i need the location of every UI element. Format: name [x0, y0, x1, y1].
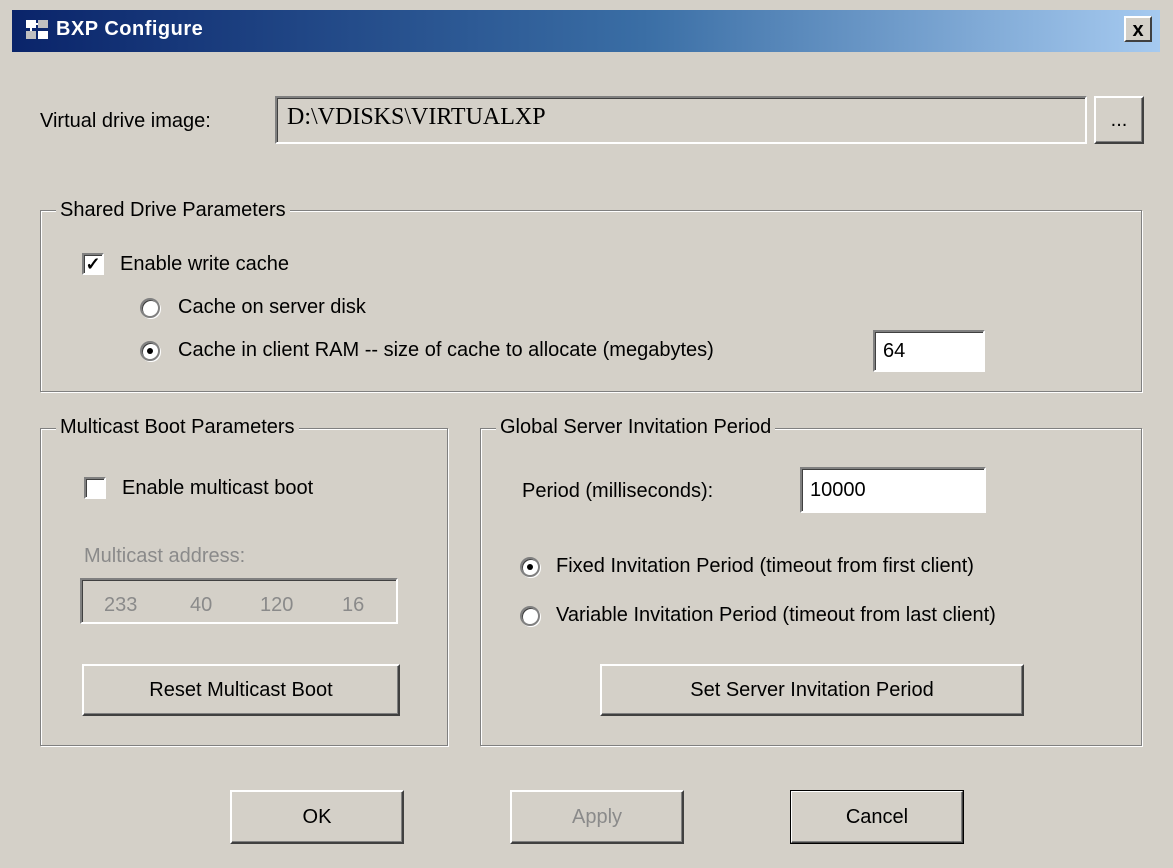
enable-multicast-label: Enable multicast boot	[122, 477, 314, 499]
invitation-title: Global Server Invitation Period	[496, 416, 776, 439]
period-input[interactable]: 10000	[800, 467, 986, 513]
cache-client-radio[interactable]	[140, 341, 160, 361]
ok-label: OK	[302, 805, 332, 828]
variable-period-label: Variable Invitation Period (timeout from…	[556, 604, 996, 626]
drive-image-field[interactable]: D:\VDISKS\VIRTUALXP	[275, 96, 1087, 144]
cache-client-label: Cache in client RAM -- size of cache to …	[178, 339, 714, 361]
fixed-period-radio[interactable]	[520, 557, 540, 577]
apply-button[interactable]: Apply	[510, 790, 684, 844]
cache-size-input[interactable]: 64	[873, 330, 985, 372]
browse-button[interactable]: ...	[1094, 96, 1144, 144]
address-octet-1: 233	[104, 594, 138, 616]
variable-period-radio[interactable]	[520, 606, 540, 626]
enable-multicast-checkbox[interactable]	[84, 477, 106, 499]
browse-label: ...	[1110, 108, 1128, 131]
multicast-address-label: Multicast address:	[84, 545, 246, 567]
cancel-button[interactable]: Cancel	[790, 790, 964, 844]
cache-server-radio[interactable]	[140, 298, 160, 318]
app-icon	[26, 20, 48, 39]
ok-button[interactable]: OK	[230, 790, 404, 844]
drive-image-value: D:\VDISKS\VIRTUALXP	[287, 104, 546, 130]
cache-size-value: 64	[883, 340, 906, 362]
reset-multicast-button[interactable]: Reset Multicast Boot	[82, 664, 400, 716]
close-icon: x	[1132, 19, 1144, 41]
address-octet-3: 120	[260, 594, 294, 616]
cache-server-label: Cache on server disk	[178, 296, 366, 318]
enable-write-cache-checkbox[interactable]: ✓	[82, 253, 104, 275]
period-label: Period (milliseconds):	[522, 480, 714, 502]
address-octet-4: 16	[342, 594, 365, 616]
address-octet-2: 40	[190, 594, 213, 616]
window-title: BXP Configure	[56, 18, 204, 40]
shared-drive-title: Shared Drive Parameters	[56, 199, 290, 222]
multicast-address-input[interactable]: 233 40 120 16	[80, 578, 398, 624]
enable-write-cache-label: Enable write cache	[120, 253, 289, 275]
set-invitation-button[interactable]: Set Server Invitation Period	[600, 664, 1024, 716]
apply-label: Apply	[571, 805, 623, 828]
cancel-label: Cancel	[845, 805, 909, 828]
drive-image-label: Virtual drive image:	[40, 110, 211, 132]
close-button[interactable]: x	[1124, 16, 1152, 42]
title-bar[interactable]: BXP Configure x	[12, 10, 1160, 52]
set-invitation-label: Set Server Invitation Period	[690, 678, 934, 701]
period-value: 10000	[810, 479, 866, 501]
multicast-title: Multicast Boot Parameters	[56, 416, 299, 439]
fixed-period-label: Fixed Invitation Period (timeout from fi…	[556, 555, 974, 577]
reset-multicast-label: Reset Multicast Boot	[149, 678, 333, 701]
checkmark-icon: ✓	[85, 254, 101, 274]
